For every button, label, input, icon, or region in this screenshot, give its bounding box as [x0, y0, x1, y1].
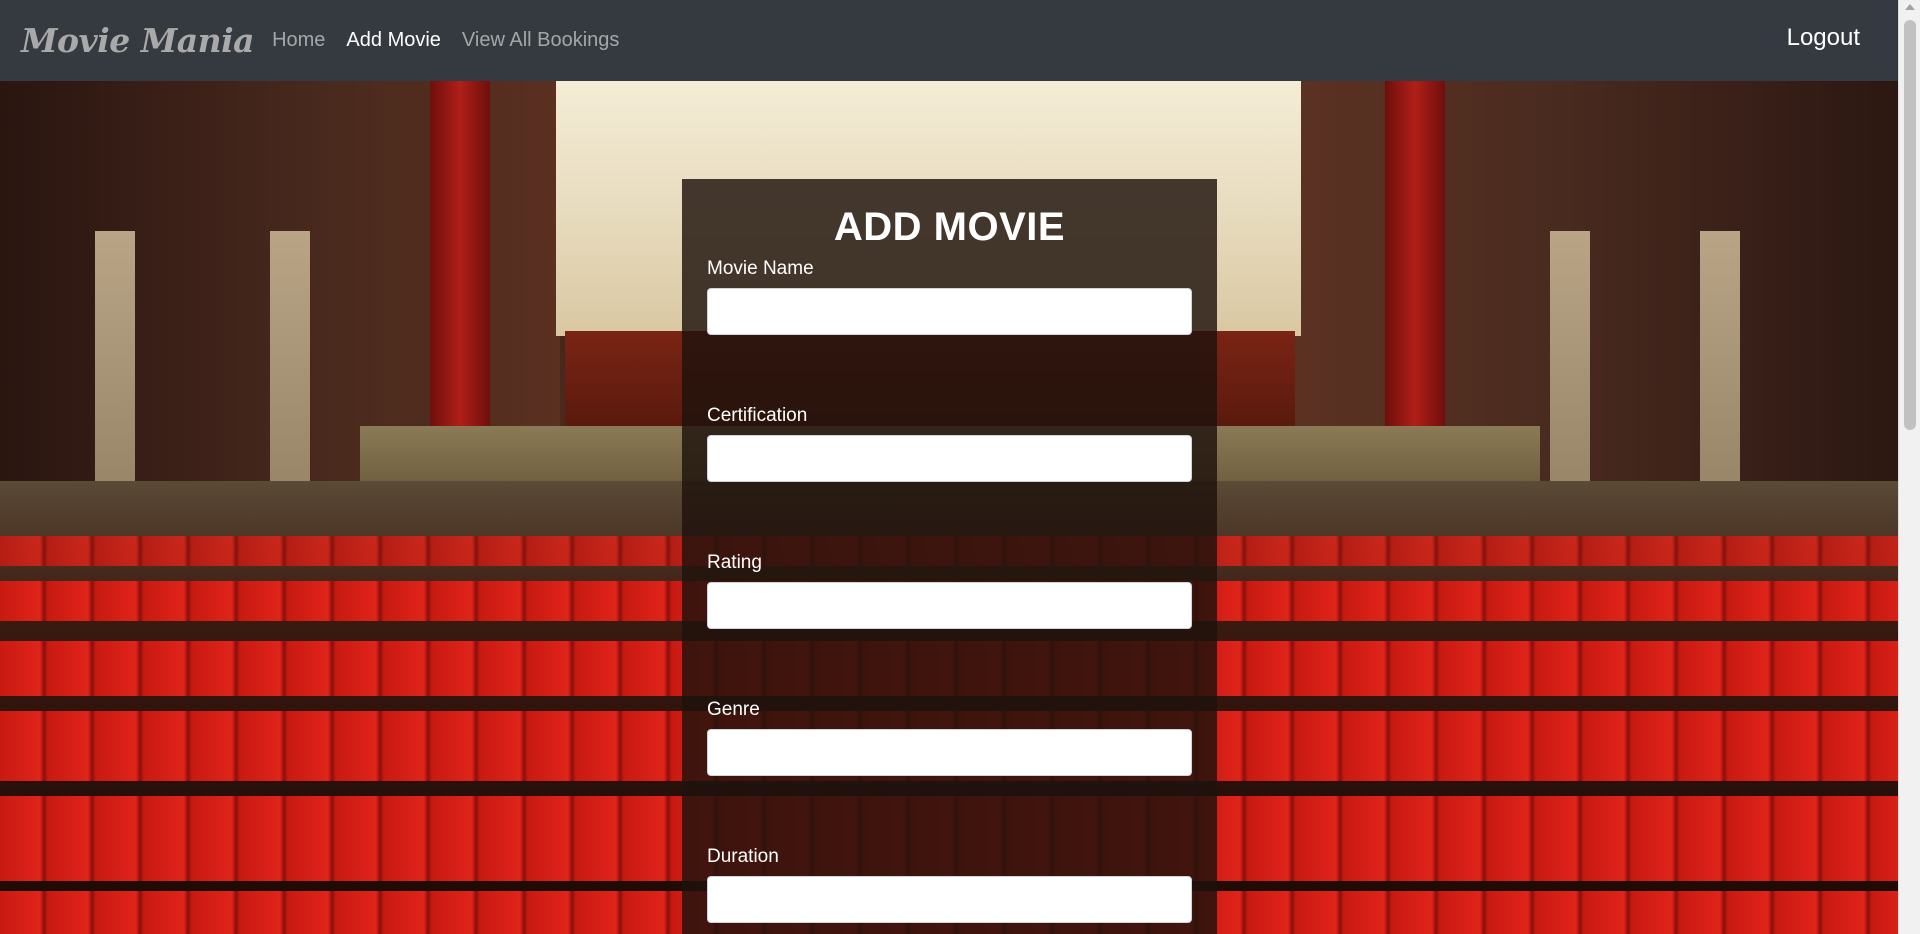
- curtain-left: [430, 81, 490, 441]
- nav-link-view-all-bookings[interactable]: View All Bookings: [462, 29, 620, 52]
- scrollbar-thumb[interactable]: [1904, 20, 1916, 430]
- field-group-genre: Genre: [707, 699, 1192, 776]
- page-scrollbar[interactable]: [1898, 0, 1920, 934]
- genre-input[interactable]: [707, 729, 1192, 776]
- rating-input[interactable]: [707, 582, 1192, 629]
- field-group-movie-name: Movie Name: [707, 258, 1192, 335]
- form-title: ADD MOVIE: [833, 205, 1066, 249]
- movie-name-label: Movie Name: [707, 258, 814, 279]
- certification-input[interactable]: [707, 435, 1192, 482]
- genre-label: Genre: [707, 699, 760, 720]
- movie-name-input[interactable]: [707, 288, 1192, 335]
- rating-label: Rating: [707, 552, 762, 573]
- certification-label: Certification: [707, 405, 808, 426]
- nav-link-add-movie[interactable]: Add Movie: [346, 29, 441, 52]
- field-group-duration: Duration: [707, 846, 1192, 923]
- logout-link[interactable]: Logout: [1787, 24, 1860, 52]
- nav-link-home[interactable]: Home: [272, 29, 325, 52]
- curtain-right: [1385, 81, 1445, 441]
- field-group-rating: Rating: [707, 552, 1192, 629]
- duration-input[interactable]: [707, 876, 1192, 923]
- scroll-up-arrow-icon[interactable]: [1905, 4, 1915, 10]
- top-navbar: Movie Mania Home Add Movie View All Book…: [0, 0, 1898, 81]
- add-movie-form-panel: ADD MOVIE Movie Name Certification Ratin…: [682, 179, 1217, 934]
- field-group-certification: Certification: [707, 405, 1192, 482]
- brand-logo[interactable]: Movie Mania: [21, 21, 255, 60]
- duration-label: Duration: [707, 846, 779, 867]
